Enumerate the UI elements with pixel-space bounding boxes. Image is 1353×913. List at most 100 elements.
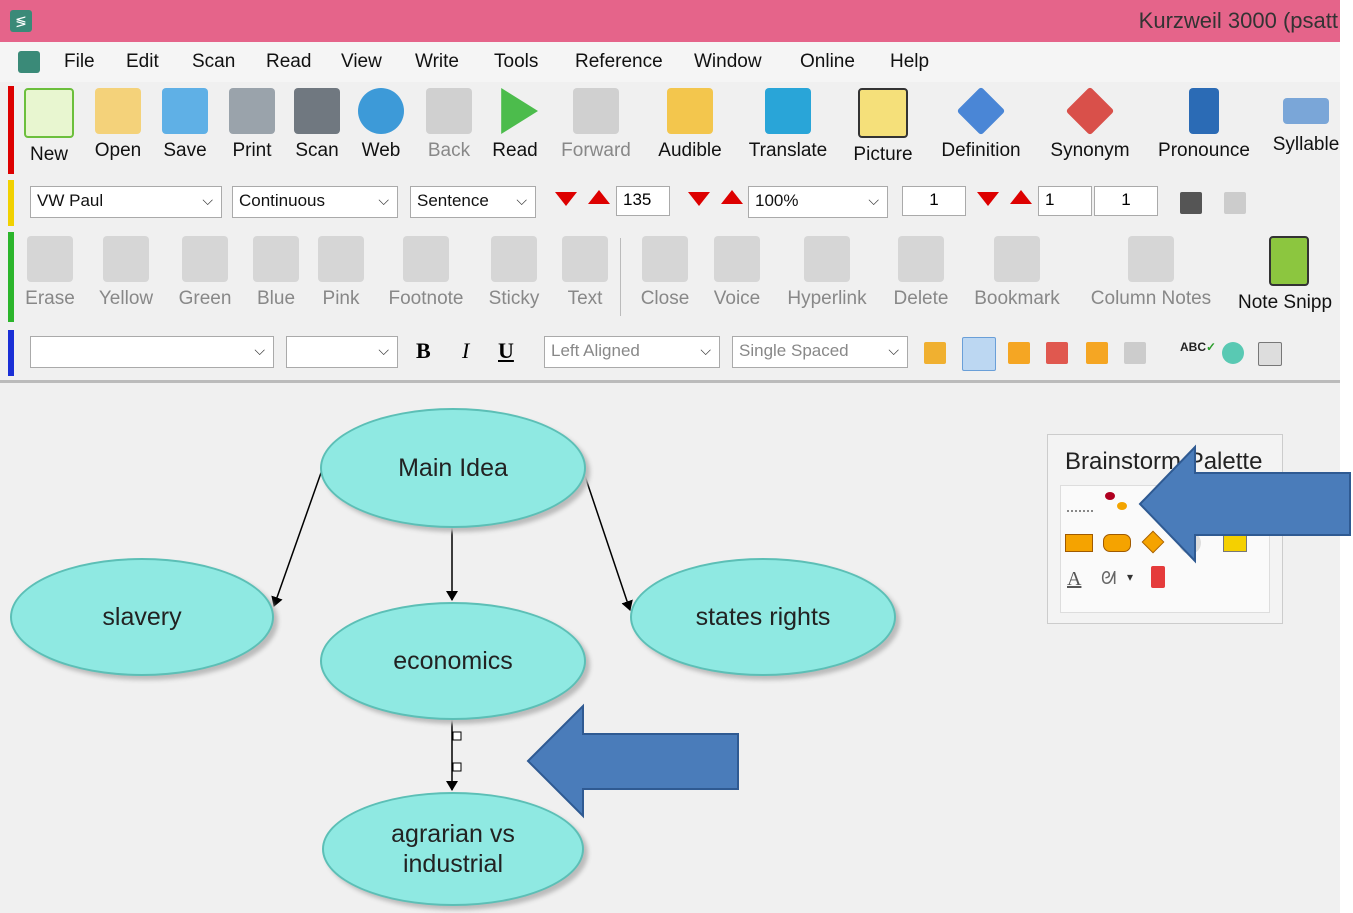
back-button[interactable]: Back: [424, 88, 474, 162]
column-notes-button[interactable]: Column Notes: [1084, 236, 1218, 310]
rounded-shape-icon[interactable]: [1103, 534, 1131, 552]
read-button[interactable]: Read: [490, 88, 540, 162]
node-slavery[interactable]: slavery: [10, 558, 274, 676]
text-note-button[interactable]: Text: [560, 236, 610, 310]
close-note-button[interactable]: Close: [638, 236, 692, 310]
page-right-field[interactable]: 1: [1094, 186, 1158, 216]
link-nodes-icon[interactable]: [1105, 492, 1127, 510]
menu-online[interactable]: Online: [800, 51, 855, 73]
sticky-note-button[interactable]: Sticky: [486, 236, 542, 310]
text-label-icon[interactable]: A: [1067, 568, 1081, 591]
translate-button[interactable]: Translate: [746, 88, 830, 162]
delete-node-icon[interactable]: [1151, 566, 1165, 588]
dropdown-arrow-icon[interactable]: ▾: [1127, 570, 1133, 584]
erase-button[interactable]: Erase: [24, 236, 76, 310]
toolbar-grip-green[interactable]: [8, 232, 14, 322]
font-size-select[interactable]: ⌵: [286, 336, 398, 368]
list-view-icon[interactable]: [1046, 342, 1068, 364]
zoom-up-icon[interactable]: [721, 190, 743, 204]
syllable-button[interactable]: Syllable: [1272, 88, 1340, 156]
yellow-highlighter-button[interactable]: Yellow: [94, 236, 158, 310]
font-style-icon[interactable]: ᘛ: [1101, 568, 1116, 589]
italic-button[interactable]: I: [462, 338, 469, 364]
scan-button[interactable]: Scan: [292, 88, 342, 162]
zoom-select[interactable]: 100% ⌵: [748, 186, 888, 218]
grid-toggle-icon[interactable]: [1224, 192, 1246, 214]
menu-window[interactable]: Window: [694, 51, 762, 73]
outline-view-icon[interactable]: [1008, 342, 1030, 364]
menu-tools[interactable]: Tools: [494, 51, 538, 73]
menu-scan[interactable]: Scan: [192, 51, 235, 73]
reading-mode-select[interactable]: Continuous ⌵: [232, 186, 398, 218]
speed-down-icon[interactable]: [555, 192, 577, 206]
speed-up-icon[interactable]: [588, 190, 610, 204]
font-select[interactable]: ⌵: [30, 336, 274, 368]
title-bar: ≶ Kurzweil 3000 (psatt: [0, 0, 1340, 42]
underline-button[interactable]: U: [498, 338, 514, 364]
print-button[interactable]: Print: [226, 88, 278, 162]
node-main-idea[interactable]: Main Idea: [320, 408, 586, 528]
page-mid-field[interactable]: 1: [1038, 186, 1092, 216]
definition-book-icon: [956, 86, 1006, 136]
more-shapes-icon[interactable]: [1179, 532, 1201, 554]
color-shape-icon[interactable]: [1223, 532, 1247, 552]
hierarchy-icon[interactable]: [1067, 496, 1093, 512]
menu-view[interactable]: View: [341, 51, 382, 73]
pink-highlighter-button[interactable]: Pink: [316, 236, 366, 310]
hyperlink-button[interactable]: Hyperlink: [782, 236, 872, 310]
pronounce-button[interactable]: Pronounce: [1154, 88, 1254, 162]
brainstorm-view-icon[interactable]: [962, 337, 996, 371]
new-button[interactable]: New: [24, 88, 74, 166]
delete-button[interactable]: Delete: [890, 236, 952, 310]
notes-icon[interactable]: [1258, 342, 1282, 366]
open-button[interactable]: Open: [92, 88, 144, 162]
layout-toggle-icon[interactable]: [1180, 192, 1202, 214]
green-highlighter-button[interactable]: Green: [176, 236, 234, 310]
toolbar-grip-blue[interactable]: [8, 330, 14, 376]
picture-button[interactable]: Picture: [850, 88, 916, 166]
save-button[interactable]: Save: [160, 88, 210, 162]
page-up-icon[interactable]: [1010, 190, 1032, 204]
toolbar-grip-yellow[interactable]: [8, 180, 14, 226]
speed-field[interactable]: 135: [616, 186, 670, 216]
synonym-button[interactable]: Synonym: [1046, 86, 1134, 162]
diamond-shape-icon[interactable]: [1141, 530, 1165, 554]
audible-button[interactable]: Audible: [654, 88, 726, 162]
app-icon[interactable]: ≶: [10, 10, 32, 32]
note-snippets-button[interactable]: Note Snipp: [1238, 236, 1340, 314]
menu-reference[interactable]: Reference: [575, 51, 663, 73]
voice-note-button[interactable]: Voice: [710, 236, 764, 310]
bookmark-button[interactable]: Bookmark: [970, 236, 1064, 310]
menu-read[interactable]: Read: [266, 51, 311, 73]
zoom-down-icon[interactable]: [688, 192, 710, 206]
spellcheck-icon[interactable]: ABC✓: [1180, 340, 1216, 354]
draft-view-icon[interactable]: [1086, 342, 1108, 364]
node-economics[interactable]: economics: [320, 602, 586, 720]
table-view-icon[interactable]: [1124, 342, 1146, 364]
word-prediction-icon[interactable]: [1222, 342, 1244, 364]
toolbar-grip-red[interactable]: [8, 86, 14, 174]
bold-button[interactable]: B: [416, 338, 431, 364]
menu-write[interactable]: Write: [415, 51, 459, 73]
blue-highlighter-button[interactable]: Blue: [250, 236, 302, 310]
rectangle-shape-icon[interactable]: [1065, 534, 1093, 552]
menu-bar: File Edit Scan Read View Write Tools Ref…: [0, 42, 1340, 82]
menu-help[interactable]: Help: [890, 51, 929, 73]
footnote-button[interactable]: Footnote: [384, 236, 468, 310]
voice-select[interactable]: VW Paul ⌵: [30, 186, 222, 218]
column-notes-icon: [1128, 236, 1174, 282]
edit-document-icon[interactable]: [924, 342, 946, 364]
menu-file[interactable]: File: [64, 51, 95, 73]
node-states-rights[interactable]: states rights: [630, 558, 896, 676]
web-button[interactable]: Web: [356, 88, 406, 162]
page-down-icon[interactable]: [977, 192, 999, 206]
menu-edit[interactable]: Edit: [126, 51, 159, 73]
spacing-select[interactable]: Single Spaced ⌵: [732, 336, 908, 368]
forward-button[interactable]: Forward: [558, 88, 634, 162]
reading-unit-select[interactable]: Sentence ⌵: [410, 186, 536, 218]
document-icon[interactable]: [18, 51, 40, 73]
alignment-select[interactable]: Left Aligned ⌵: [544, 336, 720, 368]
page-left-field[interactable]: 1: [902, 186, 966, 216]
definition-button[interactable]: Definition: [936, 86, 1026, 162]
node-agrarian-vs-industrial[interactable]: agrarian vs industrial: [322, 792, 584, 906]
